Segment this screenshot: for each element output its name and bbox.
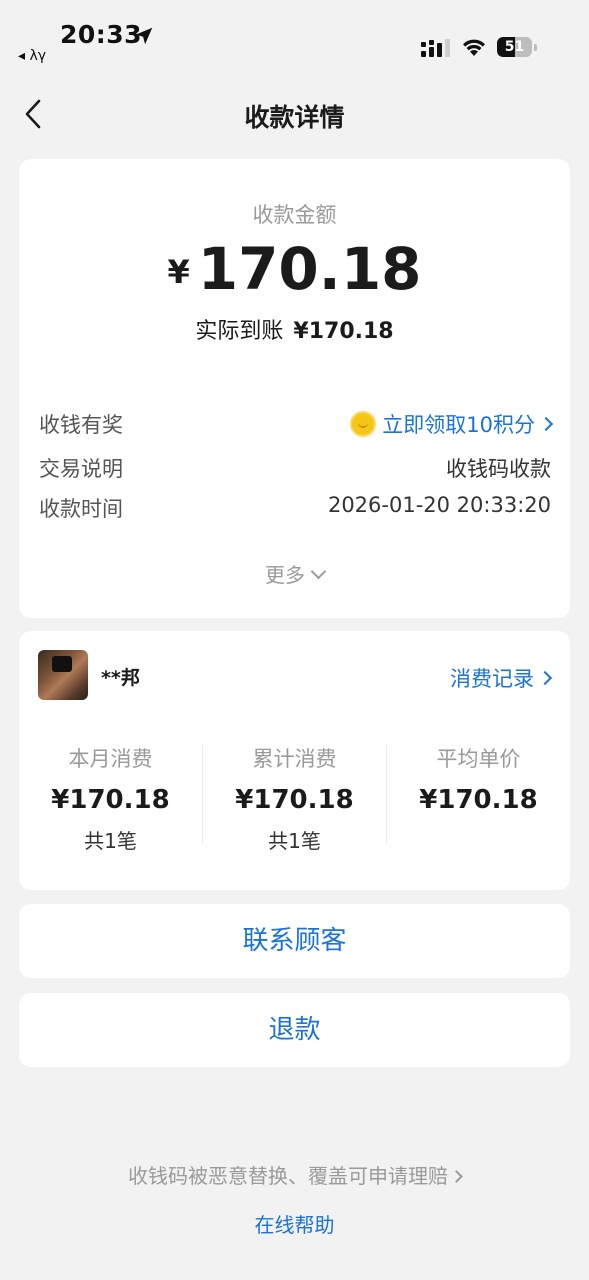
battery-icon: 51: [497, 36, 539, 58]
chevron-right-icon: [538, 416, 554, 432]
amount-display: ¥170.18: [19, 235, 570, 303]
payment-time-row: 收款时间 2026-01-20 20:33:20: [39, 493, 551, 523]
stat-value: ¥170.18: [235, 785, 354, 815]
stat-label: 本月消费: [68, 747, 153, 771]
avatar[interactable]: [38, 650, 88, 700]
claim-points-text: 立即领取10积分: [382, 413, 535, 437]
location-arrow-icon: [135, 27, 153, 45]
claim-compensation-link[interactable]: 收钱码被恶意替换、覆盖可申请理赔: [0, 1160, 589, 1189]
status-bar: 20:33 ◂ λγ 51: [0, 0, 589, 72]
wifi-icon: [463, 39, 485, 56]
stat-monthly: 本月消费 ¥170.18 共1笔: [19, 743, 202, 854]
customer-card: **邦 消费记录 本月消费 ¥170.18 共1笔 累计消费 ¥170.18 共…: [19, 631, 570, 890]
stat-count: 共1笔: [84, 829, 137, 853]
chevron-right-icon: [450, 1170, 463, 1183]
online-help-link[interactable]: 在线帮助: [0, 1209, 589, 1238]
stat-label: 平均单价: [436, 747, 521, 771]
stat-value: ¥170.18: [51, 785, 170, 815]
more-label: 更多: [265, 563, 305, 587]
payment-time-value: 2026-01-20 20:33:20: [327, 493, 551, 517]
claim-compensation-text: 收钱码被恶意替换、覆盖可申请理赔: [128, 1164, 448, 1188]
actual-received-value: ¥170.18: [293, 319, 394, 344]
stat-count: 共1笔: [268, 829, 321, 853]
amount-label: 收款金额: [252, 203, 337, 227]
contact-customer-label: 联系顾客: [242, 926, 347, 956]
transaction-note-label: 交易说明: [39, 457, 123, 481]
consumption-record-link[interactable]: 消费记录: [450, 663, 553, 693]
coin-icon: [350, 411, 377, 437]
payment-amount-card: 收款金额 ¥170.18 实际到账 ¥170.18 收钱有奖 立即领取10积分 交…: [19, 159, 570, 618]
reward-label: 收钱有奖: [39, 413, 123, 437]
chevron-down-icon: [310, 563, 327, 580]
page-title: 收款详情: [244, 103, 345, 132]
actual-received-label: 实际到账: [195, 319, 284, 344]
back-to-app-link[interactable]: ◂ λγ: [18, 48, 46, 64]
contact-customer-button[interactable]: 联系顾客: [19, 904, 570, 978]
reward-row: 收钱有奖 立即领取10积分: [39, 409, 554, 439]
actual-received: 实际到账 ¥170.18: [19, 313, 570, 345]
stat-average: 平均单价 ¥170.18: [387, 743, 570, 825]
status-time: 20:33: [60, 20, 143, 49]
more-toggle[interactable]: 更多: [19, 559, 570, 588]
refund-button[interactable]: 退款: [19, 993, 570, 1067]
battery-level-text: 51: [504, 39, 525, 55]
stat-value: ¥170.18: [419, 785, 538, 815]
transaction-note-row: 交易说明 收钱码收款: [39, 453, 551, 483]
payment-time-label: 收款时间: [39, 497, 123, 521]
claim-points-link[interactable]: 立即领取10积分: [350, 409, 554, 439]
consumption-record-label: 消费记录: [450, 667, 534, 691]
navigation-bar: 收款详情: [0, 84, 589, 144]
refund-label: 退款: [268, 1015, 321, 1045]
transaction-note-value: 收钱码收款: [446, 457, 551, 481]
stat-label: 累计消费: [252, 747, 337, 771]
amount-value: 170.18: [197, 235, 422, 303]
chevron-right-icon: [537, 670, 553, 686]
currency-symbol: ¥: [167, 253, 190, 291]
signal-icon: [421, 39, 450, 57]
customer-name: **邦: [101, 667, 140, 689]
stat-total: 累计消费 ¥170.18 共1笔: [203, 743, 386, 854]
